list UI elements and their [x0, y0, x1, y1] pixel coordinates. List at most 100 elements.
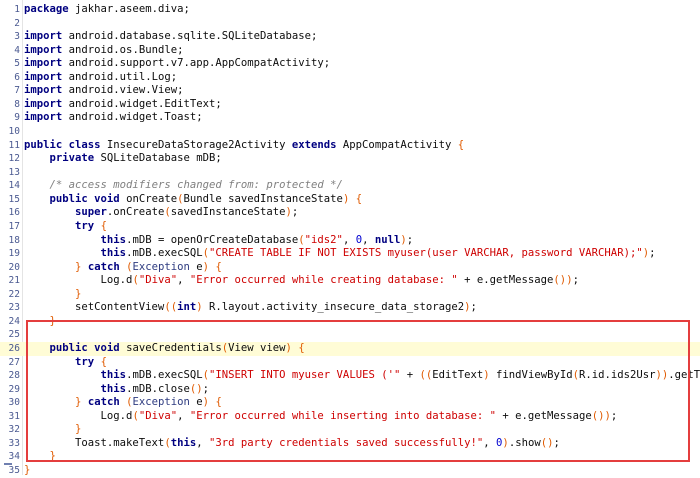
- line-number: 9: [14, 112, 20, 124]
- code-line[interactable]: 9 import android.widget.Toast;: [0, 111, 700, 125]
- line-number: 4: [14, 44, 20, 56]
- line-number: 8: [14, 98, 20, 110]
- line-number: 27: [8, 356, 20, 368]
- code-line[interactable]: 22 }: [0, 288, 700, 302]
- line-number: 3: [14, 31, 20, 43]
- line-number: 16: [8, 207, 20, 219]
- code-token: ;: [470, 301, 477, 314]
- code-token: .mDB.execSQL: [126, 247, 203, 260]
- code-token: jakhar.aseem.diva;: [68, 3, 190, 15]
- line-number: 32: [8, 424, 20, 436]
- line-code: import android.view.View;: [24, 84, 183, 98]
- line-number: 11: [8, 139, 20, 151]
- code-token: extends: [291, 138, 337, 151]
- line-code: import android.support.v7.app.AppCompatA…: [24, 57, 330, 71]
- code-token: import: [24, 70, 63, 83]
- code-line[interactable]: 35}: [0, 464, 700, 478]
- line-number: 5: [14, 58, 20, 70]
- code-token: .mDB = openOrCreateDatabase: [126, 233, 299, 246]
- code-line[interactable]: 14 /* access modifiers changed from: pro…: [0, 179, 700, 193]
- code-token: (): [553, 274, 567, 287]
- code-line[interactable]: 5 import android.support.v7.app.AppCompat…: [0, 57, 700, 71]
- code-token: {: [355, 192, 363, 205]
- code-token: }: [24, 464, 31, 477]
- code-line[interactable]: 15 public void onCreate(Bundle savedInst…: [0, 193, 700, 207]
- code-token: super: [75, 206, 107, 219]
- code-token: onCreate: [119, 192, 178, 205]
- code-line[interactable]: 19 this.mDB.execSQL("CREATE TABLE IF NOT…: [0, 247, 700, 261]
- code-line[interactable]: 11 public class InsecureDataStorage2Activ…: [0, 139, 700, 153]
- line-number: 35: [8, 465, 20, 477]
- line-number: 1: [14, 4, 20, 15]
- code-token: android.widget.EditText;: [62, 97, 222, 110]
- line-code: super.onCreate(savedInstanceState);: [24, 206, 298, 220]
- code-token: .onCreate: [106, 206, 165, 219]
- fold-marker-icon[interactable]: [4, 463, 12, 465]
- annotation-highlight-box: [26, 320, 690, 462]
- line-code: package jakhar.aseem.diva;: [24, 3, 190, 17]
- line-number: 21: [8, 275, 20, 287]
- code-line[interactable]: 7 import android.view.View;: [0, 84, 700, 98]
- code-token: SQLiteDatabase mDB;: [94, 152, 222, 165]
- line-code: this.mDB.execSQL("CREATE TABLE IF NOT EX…: [24, 247, 656, 261]
- code-token: Log.d: [24, 274, 133, 287]
- code-token: ;: [572, 274, 579, 287]
- code-line[interactable]: 1 package jakhar.aseem.diva;: [0, 3, 700, 17]
- code-editor[interactable]: 1 package jakhar.aseem.diva; 2 3 import andr…: [0, 0, 700, 478]
- code-line[interactable]: 16 super.onCreate(savedInstanceState);: [0, 206, 700, 220]
- code-line[interactable]: 21 Log.d("Diva", "Error occurred while c…: [0, 274, 700, 288]
- code-line[interactable]: 10: [0, 125, 700, 139]
- code-token: ,: [177, 274, 190, 287]
- code-line[interactable]: 17 try {: [0, 220, 700, 234]
- code-token: AppCompatActivity: [336, 138, 458, 151]
- code-line[interactable]: 12 private SQLiteDatabase mDB;: [0, 152, 700, 166]
- code-token: android.database.sqlite.SQLiteDatabase;: [62, 30, 318, 43]
- line-code: public void onCreate(Bundle savedInstanc…: [24, 192, 363, 207]
- line-number: 10: [8, 126, 20, 138]
- line-code: }: [24, 464, 30, 478]
- code-line[interactable]: 3 import android.database.sqlite.SQLiteDa…: [0, 30, 700, 44]
- line-number: 34: [8, 451, 20, 463]
- code-token: public void: [49, 192, 120, 205]
- code-token: ,: [342, 233, 356, 246]
- code-line[interactable]: 2: [0, 17, 700, 31]
- line-number: 7: [14, 85, 20, 97]
- code-token: ,: [362, 233, 375, 246]
- line-number: 22: [8, 288, 20, 300]
- code-line[interactable]: 18 this.mDB = openOrCreateDatabase("ids2…: [0, 234, 700, 248]
- code-line[interactable]: 4 import android.os.Bundle;: [0, 44, 700, 58]
- line-number: 18: [8, 234, 20, 246]
- line-code: import android.widget.Toast;: [24, 111, 203, 125]
- line-number: 30: [8, 397, 20, 409]
- code-token: import: [24, 43, 63, 56]
- line-number: 20: [8, 261, 20, 273]
- code-line[interactable]: 6 import android.util.Log;: [0, 71, 700, 85]
- code-token: int: [177, 301, 197, 314]
- code-line[interactable]: 13: [0, 166, 700, 180]
- code-token: android.os.Bundle;: [62, 43, 184, 56]
- line-number: 12: [8, 153, 20, 165]
- line-number: 19: [8, 248, 20, 260]
- code-token: "ids2": [304, 233, 343, 246]
- line-number: 29: [8, 383, 20, 395]
- line-code: import android.os.Bundle;: [24, 44, 183, 58]
- code-token: import: [24, 111, 63, 124]
- code-line[interactable]: 23 setContentView((int) R.layout.activit…: [0, 301, 700, 315]
- line-number: 24: [8, 315, 20, 327]
- line-number: 31: [8, 410, 20, 422]
- code-token: android.view.View;: [62, 84, 184, 97]
- code-token: android.support.v7.app.AppCompatActivity…: [62, 57, 331, 70]
- code-token: {: [215, 260, 222, 273]
- line-number: 26: [8, 343, 20, 354]
- code-token: import: [24, 57, 63, 70]
- line-code: /* access modifiers changed from: protec…: [24, 179, 343, 193]
- code-line[interactable]: 20 } catch (Exception e) {: [0, 261, 700, 275]
- code-token: ;: [649, 247, 656, 260]
- code-line[interactable]: 8 import android.widget.EditText;: [0, 98, 700, 112]
